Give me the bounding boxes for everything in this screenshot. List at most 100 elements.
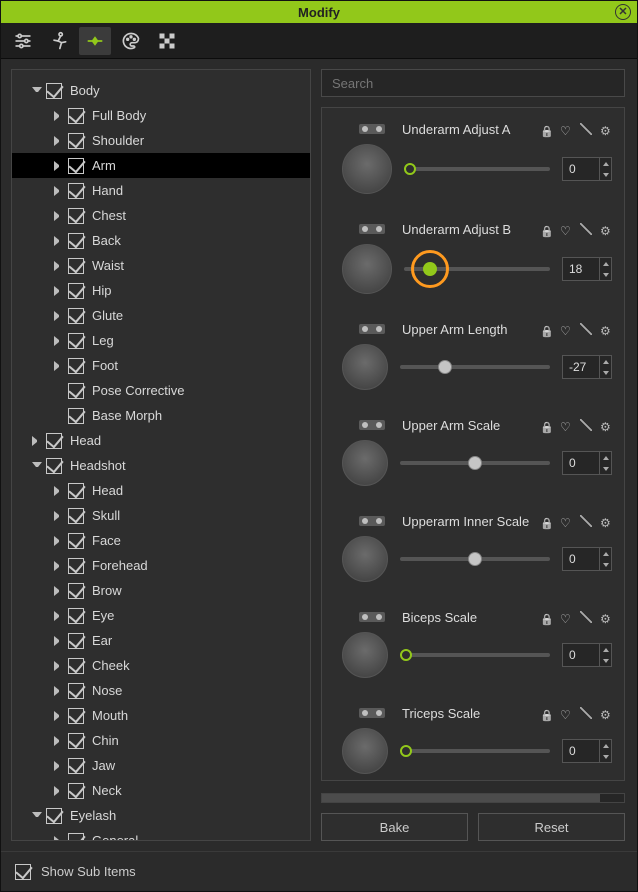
- spinner-up-icon[interactable]: [600, 258, 611, 269]
- favorite-icon[interactable]: [560, 707, 572, 719]
- symmetry-icon[interactable]: [359, 224, 385, 234]
- visibility-checkbox[interactable]: [68, 333, 84, 349]
- tree-item-glute[interactable]: Glute: [12, 303, 310, 328]
- spinner-up-icon[interactable]: [600, 548, 611, 559]
- param-value-input[interactable]: [563, 740, 599, 762]
- visibility-checkbox[interactable]: [68, 708, 84, 724]
- expand-arrow-icon[interactable]: [54, 661, 64, 671]
- tree-item-jaw[interactable]: Jaw: [12, 753, 310, 778]
- expand-arrow-icon[interactable]: [54, 336, 64, 346]
- gear-icon[interactable]: [600, 515, 612, 527]
- visibility-checkbox[interactable]: [46, 458, 62, 474]
- favorite-icon[interactable]: [560, 611, 572, 623]
- spinner-down-icon[interactable]: [600, 463, 611, 474]
- lock-icon[interactable]: [540, 419, 552, 431]
- expand-arrow-icon[interactable]: [54, 786, 64, 796]
- visibility-checkbox[interactable]: [68, 183, 84, 199]
- lock-icon[interactable]: [540, 611, 552, 623]
- visibility-checkbox[interactable]: [68, 208, 84, 224]
- expand-arrow-icon[interactable]: [32, 462, 42, 472]
- edit-icon[interactable]: [580, 123, 592, 135]
- horizontal-scrollbar[interactable]: [321, 793, 625, 803]
- visibility-checkbox[interactable]: [46, 808, 62, 824]
- param-thumbnail[interactable]: [342, 440, 388, 486]
- tab-checker[interactable]: [151, 27, 183, 55]
- search-input[interactable]: [321, 69, 625, 97]
- visibility-checkbox[interactable]: [68, 758, 84, 774]
- tree-item-pose-corrective[interactable]: Pose Corrective: [12, 378, 310, 403]
- spinner-down-icon[interactable]: [600, 169, 611, 180]
- spinner-down-icon[interactable]: [600, 559, 611, 570]
- tree-item-head[interactable]: Head: [12, 428, 310, 453]
- expand-arrow-icon[interactable]: [32, 87, 42, 97]
- expand-arrow-icon[interactable]: [54, 761, 64, 771]
- tree-item-full-body[interactable]: Full Body: [12, 103, 310, 128]
- param-slider[interactable]: [400, 365, 550, 369]
- visibility-checkbox[interactable]: [68, 508, 84, 524]
- favorite-icon[interactable]: [560, 515, 572, 527]
- lock-icon[interactable]: [540, 707, 552, 719]
- expand-arrow-icon[interactable]: [54, 136, 64, 146]
- expand-arrow-icon[interactable]: [54, 511, 64, 521]
- tree-item-base-morph[interactable]: Base Morph: [12, 403, 310, 428]
- tree-item-body[interactable]: Body: [12, 78, 310, 103]
- slider-handle[interactable]: [468, 456, 482, 470]
- symmetry-icon[interactable]: [359, 324, 385, 334]
- param-slider[interactable]: [404, 167, 550, 171]
- spinner-down-icon[interactable]: [600, 751, 611, 762]
- param-value-input[interactable]: [563, 158, 599, 180]
- spinner-up-icon[interactable]: [600, 740, 611, 751]
- edit-icon[interactable]: [580, 515, 592, 527]
- visibility-checkbox[interactable]: [68, 608, 84, 624]
- param-slider[interactable]: [400, 749, 550, 753]
- tree-item-neck[interactable]: Neck: [12, 778, 310, 803]
- param-slider[interactable]: [404, 267, 550, 271]
- visibility-checkbox[interactable]: [68, 308, 84, 324]
- close-icon[interactable]: ✕: [615, 4, 631, 20]
- slider-handle[interactable]: [404, 163, 416, 175]
- visibility-checkbox[interactable]: [68, 158, 84, 174]
- lock-icon[interactable]: [540, 123, 552, 135]
- tree-item-arm[interactable]: Arm: [12, 153, 310, 178]
- visibility-checkbox[interactable]: [68, 558, 84, 574]
- visibility-checkbox[interactable]: [46, 433, 62, 449]
- gear-icon[interactable]: [600, 123, 612, 135]
- edit-icon[interactable]: [580, 611, 592, 623]
- gear-icon[interactable]: [600, 611, 612, 623]
- show-sub-items-checkbox[interactable]: [15, 864, 31, 880]
- tree-item-eye[interactable]: Eye: [12, 603, 310, 628]
- titlebar[interactable]: Modify ✕: [1, 1, 637, 23]
- visibility-checkbox[interactable]: [68, 833, 84, 842]
- visibility-checkbox[interactable]: [68, 533, 84, 549]
- tree-item-waist[interactable]: Waist: [12, 253, 310, 278]
- visibility-checkbox[interactable]: [68, 633, 84, 649]
- spinner-up-icon[interactable]: [600, 452, 611, 463]
- tree-item-leg[interactable]: Leg: [12, 328, 310, 353]
- expand-arrow-icon[interactable]: [54, 611, 64, 621]
- tree-item-skull[interactable]: Skull: [12, 503, 310, 528]
- param-thumbnail[interactable]: [342, 144, 392, 194]
- expand-arrow-icon[interactable]: [54, 686, 64, 696]
- tree-item-chest[interactable]: Chest: [12, 203, 310, 228]
- edit-icon[interactable]: [580, 419, 592, 431]
- expand-arrow-icon[interactable]: [54, 111, 64, 121]
- param-thumbnail[interactable]: [342, 728, 388, 774]
- param-value-input[interactable]: [563, 356, 599, 378]
- expand-arrow-icon[interactable]: [54, 211, 64, 221]
- lock-icon[interactable]: [540, 223, 552, 235]
- visibility-checkbox[interactable]: [46, 83, 62, 99]
- expand-arrow-icon[interactable]: [54, 161, 64, 171]
- visibility-checkbox[interactable]: [68, 233, 84, 249]
- visibility-checkbox[interactable]: [68, 483, 84, 499]
- expand-arrow-icon[interactable]: [54, 636, 64, 646]
- param-value-input[interactable]: [563, 548, 599, 570]
- expand-arrow-icon[interactable]: [54, 711, 64, 721]
- param-thumbnail[interactable]: [342, 632, 388, 678]
- tree-item-face[interactable]: Face: [12, 528, 310, 553]
- visibility-checkbox[interactable]: [68, 583, 84, 599]
- symmetry-icon[interactable]: [359, 420, 385, 430]
- tree-item-general[interactable]: General: [12, 828, 310, 841]
- lock-icon[interactable]: [540, 515, 552, 527]
- gear-icon[interactable]: [600, 223, 612, 235]
- bake-button[interactable]: Bake: [321, 813, 468, 841]
